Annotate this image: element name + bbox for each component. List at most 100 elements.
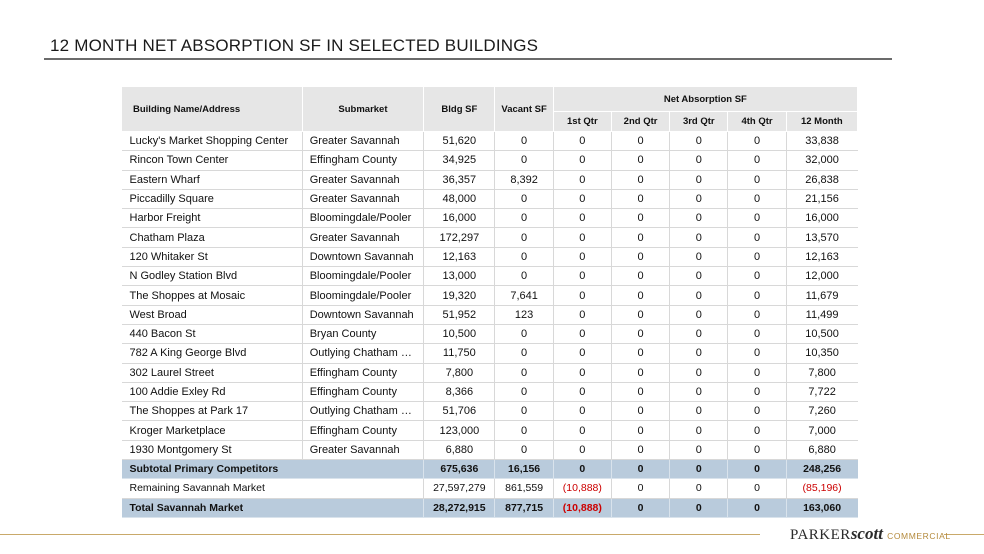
cell-q4: 0: [727, 440, 787, 461]
total-q3: 0: [669, 498, 729, 518]
cell-submarket: Greater Savannah: [302, 170, 425, 190]
subtotal-vacant-sf: 16,156: [494, 459, 554, 480]
remaining-q3: 0: [669, 478, 729, 499]
cell-12-month: 21,156: [786, 189, 858, 210]
cell-bldg-sf: 6,880: [423, 440, 496, 461]
cell-vacant-sf: 0: [494, 131, 554, 152]
parker-scott-logo: PARKERscott COMMERCIAL: [790, 524, 951, 544]
cell-vacant-sf: 0: [494, 324, 554, 345]
cell-q1: 0: [553, 150, 612, 171]
subtotal-bldg-sf: 675,636: [423, 459, 496, 480]
footer-rule: [0, 534, 760, 535]
cell-building-name: Piccadilly Square: [121, 189, 303, 210]
table-row: Chatham Plaza Greater Savannah 172,297 0 0 0 0…: [121, 227, 858, 248]
cell-q1: 0: [553, 189, 612, 210]
cell-submarket: Greater Savannah: [302, 440, 425, 461]
cell-bldg-sf: 51,706: [423, 401, 496, 422]
cell-q4: 0: [727, 401, 787, 422]
cell-vacant-sf: 0: [494, 227, 554, 248]
cell-12-month: 7,000: [786, 420, 858, 441]
total-q4: 0: [727, 498, 787, 518]
cell-vacant-sf: 123: [494, 305, 554, 325]
total-bldg-sf: 28,272,915: [423, 498, 496, 518]
cell-q4: 0: [727, 170, 787, 190]
cell-q1: 0: [553, 247, 612, 268]
page-title: 12 MONTH NET ABSORPTION SF IN SELECTED B…: [50, 36, 539, 55]
cell-12-month: 13,570: [786, 227, 858, 248]
remaining-12-month: (85,196): [786, 478, 858, 499]
cell-submarket: Greater Savannah: [302, 227, 425, 248]
cell-vacant-sf: 0: [494, 401, 554, 422]
cell-12-month: 11,679: [786, 285, 858, 306]
cell-q4: 0: [727, 324, 787, 345]
absorption-table: Building Name/Address Submarket Bldg SF …: [121, 86, 859, 518]
remaining-q2: 0: [611, 478, 671, 499]
cell-bldg-sf: 11,750: [423, 343, 496, 364]
cell-q3: 0: [669, 266, 729, 287]
cell-q2: 0: [611, 150, 671, 171]
cell-q2: 0: [611, 382, 671, 403]
total-vacant-sf: 877,715: [494, 498, 554, 518]
cell-bldg-sf: 16,000: [423, 208, 496, 229]
cell-vacant-sf: 7,641: [494, 285, 554, 306]
remaining-q1: (10,888): [553, 478, 612, 499]
cell-submarket: Bloomingdale/Pooler: [302, 266, 425, 287]
table-row: 782 A King George Blvd Outlying Chatham C…: [121, 343, 858, 364]
cell-12-month: 10,350: [786, 343, 858, 364]
cell-submarket: Outlying Chatham C…: [302, 343, 425, 364]
cell-submarket: Effingham County: [302, 150, 425, 171]
cell-q2: 0: [611, 208, 671, 229]
cell-q3: 0: [669, 247, 729, 268]
cell-12-month: 7,260: [786, 401, 858, 422]
cell-building-name: N Godley Station Blvd: [121, 266, 303, 287]
cell-q1: 0: [553, 131, 612, 152]
cell-12-month: 12,163: [786, 247, 858, 268]
remaining-label: Remaining Savannah Market: [121, 478, 425, 499]
cell-q1: 0: [553, 266, 612, 287]
cell-bldg-sf: 13,000: [423, 266, 496, 287]
total-row: Total Savannah Market 28,272,915 877,715…: [121, 498, 858, 518]
header-12-month: 12 Month: [785, 111, 859, 132]
cell-building-name: 440 Bacon St: [121, 324, 303, 345]
cell-q1: 0: [553, 420, 612, 441]
cell-bldg-sf: 12,163: [423, 247, 496, 268]
cell-q4: 0: [727, 150, 787, 171]
cell-building-name: Harbor Freight: [121, 208, 303, 229]
cell-building-name: 1930 Montgomery St: [121, 440, 303, 461]
cell-bldg-sf: 8,366: [423, 382, 496, 403]
subtotal-12-month: 248,256: [786, 459, 858, 480]
cell-q3: 0: [669, 382, 729, 403]
cell-q1: 0: [553, 343, 612, 364]
header-submarket: Submarket: [301, 86, 425, 132]
remaining-vacant-sf: 861,559: [494, 478, 554, 499]
subtotal-row: Subtotal Primary Competitors 675,636 16,…: [121, 459, 858, 480]
cell-building-name: Kroger Marketplace: [121, 420, 303, 441]
table-row: West Broad Downtown Savannah 51,952 123 0 0 0 0…: [121, 305, 858, 325]
cell-building-name: 782 A King George Blvd: [121, 343, 303, 364]
header-q3: 3rd Qtr: [669, 111, 729, 132]
cell-q1: 0: [553, 208, 612, 229]
cell-bldg-sf: 48,000: [423, 189, 496, 210]
cell-12-month: 33,838: [786, 131, 858, 152]
cell-submarket: Greater Savannah: [302, 131, 425, 152]
cell-q4: 0: [727, 247, 787, 268]
cell-q1: 0: [553, 227, 612, 248]
cell-vacant-sf: 0: [494, 382, 554, 403]
logo-part-parker: PARKER: [790, 527, 851, 543]
subtotal-label: Subtotal Primary Competitors: [121, 459, 425, 480]
cell-bldg-sf: 34,925: [423, 150, 496, 171]
cell-q2: 0: [611, 343, 671, 364]
table-row: 100 Addie Exley Rd Effingham County 8,366 0…: [121, 382, 858, 403]
cell-building-name: Rincon Town Center: [121, 150, 303, 171]
cell-q3: 0: [669, 401, 729, 422]
total-q1: (10,888): [553, 498, 612, 518]
cell-vacant-sf: 0: [494, 208, 554, 229]
table-row: 440 Bacon St Bryan County 10,500 0 0 0 0 0 10,50…: [121, 324, 858, 345]
subtotal-q4: 0: [727, 459, 787, 480]
table-row: Eastern Wharf Greater Savannah 36,357 8,392…: [121, 170, 858, 190]
cell-building-name: West Broad: [121, 305, 303, 325]
cell-q3: 0: [669, 227, 729, 248]
cell-q4: 0: [727, 285, 787, 306]
table-row: The Shoppes at Mosaic Bloomingdale/Pooler…: [121, 285, 858, 306]
logo-part-commercial: COMMERCIAL: [887, 531, 951, 541]
